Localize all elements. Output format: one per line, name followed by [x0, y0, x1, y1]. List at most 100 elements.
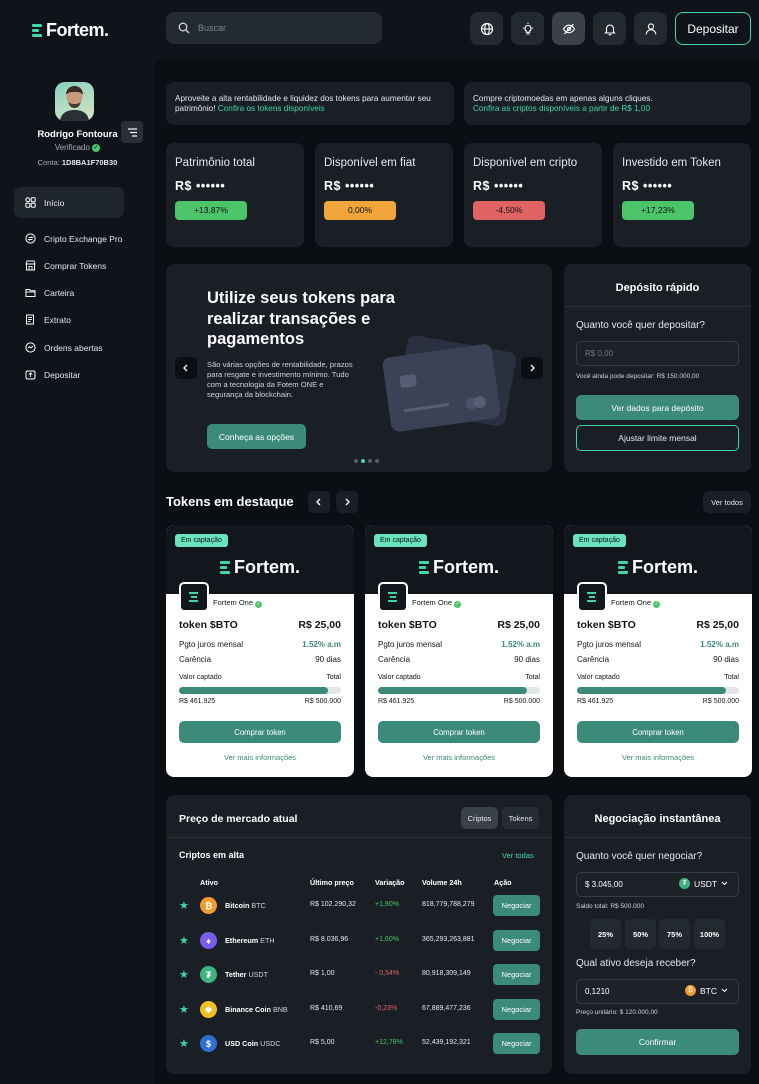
column-header: Último preço: [310, 878, 354, 887]
total-label: Total: [724, 674, 739, 681]
notifications-button[interactable]: [593, 12, 626, 45]
featured-prev-button[interactable]: [308, 491, 330, 513]
promo-link[interactable]: Confira as criptos disponíveis a partir …: [473, 104, 650, 113]
tab-criptos[interactable]: Criptos: [461, 807, 498, 829]
currency-select-usdt[interactable]: ₮ USDT: [679, 878, 728, 889]
promo-banner-cripto[interactable]: Compre criptomoedas em apenas alguns cli…: [464, 82, 751, 125]
stat-value: R$ ••••••: [622, 179, 673, 193]
more-info-link[interactable]: Ver mais informações: [166, 753, 354, 762]
deposit-amount-input[interactable]: R$ 0,00: [576, 341, 739, 366]
favorite-star-icon[interactable]: ★: [179, 934, 189, 947]
trade-button[interactable]: Negociar: [493, 1033, 540, 1054]
more-info-link[interactable]: Ver mais informações: [365, 753, 553, 762]
market-title: Preço de mercado atual: [179, 813, 298, 825]
carousel-dot[interactable]: [368, 459, 372, 463]
table-row[interactable]: ★ ₿ Bitcoin BTC R$ 102.290,32 +1,90% 818,779,…: [166, 890, 551, 924]
carousel-dot[interactable]: [354, 459, 358, 463]
buy-token-button[interactable]: Comprar token: [378, 721, 540, 743]
funding-progress-fill: [378, 687, 528, 694]
trade-button[interactable]: Negociar: [493, 964, 540, 985]
search-input[interactable]: [198, 23, 358, 33]
featured-see-all-button[interactable]: Ver todos: [703, 491, 751, 513]
carousel-dot[interactable]: [375, 459, 379, 463]
search-box[interactable]: [166, 12, 382, 44]
brand-logo[interactable]: Fortem.: [32, 20, 109, 41]
percent-100-button[interactable]: 100%: [694, 919, 725, 949]
last-price: R$ 102.290,32: [310, 901, 356, 908]
brand-name: Fortem.: [46, 20, 109, 40]
asset-symbol: BNB: [272, 1005, 288, 1014]
raised-value: R$ 461.925: [179, 698, 216, 705]
table-row[interactable]: ★ ₮ Tether USDT R$ 1,00 - 0,54% 80,918,309,14…: [166, 959, 551, 993]
avatar[interactable]: [55, 82, 94, 121]
logo-mark-icon: [418, 561, 429, 574]
promo-banner-tokens[interactable]: Aproveite a alta rentabilidade e liquide…: [166, 82, 454, 125]
price-change: +1,60%: [375, 936, 399, 943]
hero-description: São várias opções de rentabilidade, praz…: [207, 360, 353, 399]
token-name: token $BTO: [179, 619, 238, 631]
table-row[interactable]: ★ $ USD Coin USDC R$ 5,00 +12,78% 52,439,192,…: [166, 1028, 551, 1062]
language-button[interactable]: [470, 12, 503, 45]
account-info: Conta: 1D8BA1F70B30: [0, 158, 155, 167]
hero-cta-button[interactable]: Conheça as opções: [207, 424, 306, 449]
column-header: Volume 24h: [422, 878, 462, 887]
featured-next-button[interactable]: [336, 491, 358, 513]
percent-25-button[interactable]: 25%: [590, 919, 621, 949]
asset-title: Bitcoin: [225, 901, 250, 910]
token-logo-icon: [179, 582, 209, 612]
more-info-link[interactable]: Ver mais informações: [564, 753, 752, 762]
nav-item-depositar[interactable]: Depositar: [14, 359, 124, 390]
store-icon: [25, 260, 36, 271]
asset-title: Binance Coin: [225, 1005, 271, 1014]
grid-icon: [25, 197, 36, 208]
favorite-star-icon[interactable]: ★: [179, 968, 189, 981]
chevron-down-icon: [721, 988, 728, 993]
column-header: Ação: [494, 878, 512, 887]
price-change: +12,78%: [375, 1039, 403, 1046]
profile-button[interactable]: [634, 12, 667, 45]
token-issuer: Fortem One ✓: [412, 598, 462, 608]
verified-check-icon: ✓: [653, 601, 661, 608]
percent-50-button[interactable]: 50%: [625, 919, 656, 949]
chevron-right-icon: [345, 498, 350, 506]
carousel-dot[interactable]: [361, 459, 365, 463]
table-row[interactable]: ★ ♦ Ethereum ETH R$ 8.036,96 +1,60% 365,293,2…: [166, 925, 551, 959]
price-change: -0,23%: [375, 1005, 398, 1012]
buy-token-button[interactable]: Comprar token: [179, 721, 341, 743]
adjust-limit-button[interactable]: Ajustar limite mensal: [576, 425, 739, 451]
brand-name: Fortem.: [233, 557, 300, 577]
view-deposit-data-button[interactable]: Ver dados para depósito: [576, 395, 739, 420]
percent-75-button[interactable]: 75%: [659, 919, 690, 949]
nav-item-extrato[interactable]: Extrato: [14, 304, 124, 335]
logo-mark-icon: [32, 24, 42, 37]
favorite-star-icon[interactable]: ★: [179, 1003, 189, 1016]
promo-link[interactable]: Confira os tokens disponíveis: [218, 104, 325, 113]
asset-symbol: ETH: [260, 936, 275, 945]
header-deposit-button[interactable]: Depositar: [675, 12, 751, 45]
favorite-star-icon[interactable]: ★: [179, 899, 189, 912]
trade-button[interactable]: Negociar: [493, 895, 540, 916]
coin-icon: ◆: [200, 1001, 217, 1018]
table-row[interactable]: ★ ◆ Binance Coin BNB R$ 410,69 -0,23% 67,889,…: [166, 994, 551, 1028]
usdt-icon: ₮: [679, 878, 690, 889]
bell-icon: [603, 23, 616, 36]
favorite-star-icon[interactable]: ★: [179, 1037, 189, 1050]
hide-values-button[interactable]: [552, 12, 585, 45]
divider: [166, 837, 552, 838]
see-all-link[interactable]: Ver todas: [502, 851, 534, 860]
theme-button[interactable]: [511, 12, 544, 45]
trade-button[interactable]: Negociar: [493, 999, 540, 1020]
buy-token-button[interactable]: Comprar token: [577, 721, 739, 743]
stat-value: R$ ••••••: [473, 179, 524, 193]
carousel-prev-button[interactable]: [175, 357, 197, 379]
confirm-button[interactable]: Confirmar: [576, 1029, 739, 1055]
price-change: - 0,54%: [375, 970, 400, 977]
carousel-next-button[interactable]: [521, 357, 543, 379]
asset-title: Ethereum: [225, 936, 259, 945]
brand-name: Fortem.: [432, 557, 499, 577]
currency-select-btc[interactable]: ₿ BTC: [685, 985, 728, 996]
nav-item-inicio[interactable]: Início: [14, 187, 124, 218]
tab-tokens[interactable]: Tokens: [502, 807, 539, 829]
volume-24h: 52,439,192,321: [422, 1039, 471, 1046]
trade-button[interactable]: Negociar: [493, 930, 540, 951]
